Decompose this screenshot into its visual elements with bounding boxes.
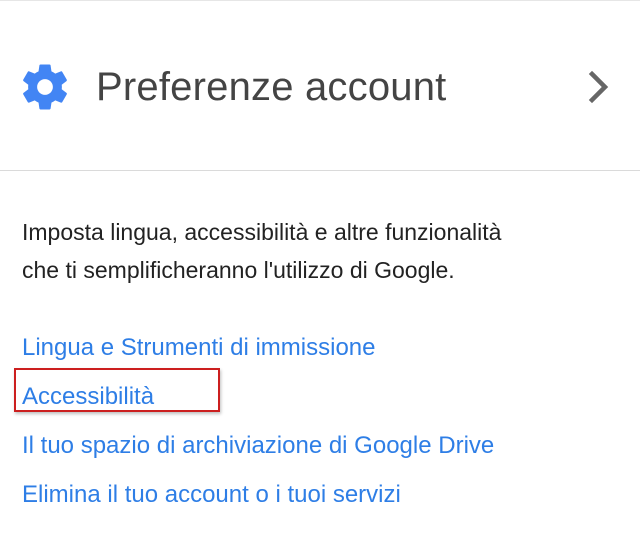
link-language-input-tools[interactable]: Lingua e Strumenti di immissione [22,323,622,372]
account-preferences-header[interactable]: Preferenze account [0,1,640,171]
links-list: Lingua e Strumenti di immissione Accessi… [22,323,622,519]
description: Imposta lingua, accessibilità e altre fu… [22,213,622,289]
link-google-drive-storage[interactable]: Il tuo spazio di archiviazione di Google… [22,421,622,470]
account-preferences-card: Preferenze account Imposta lingua, acces… [0,0,640,534]
link-delete-account-services[interactable]: Elimina il tuo account o i tuoi servizi [22,470,622,519]
description-line-2: che ti semplificheranno l'utilizzo di Go… [22,257,455,283]
link-accessibility[interactable]: Accessibilità [22,372,622,421]
gear-icon [18,60,72,114]
chevron-right-icon[interactable] [584,69,612,105]
description-line-1: Imposta lingua, accessibilità e altre fu… [22,219,502,245]
page-title: Preferenze account [96,65,447,109]
